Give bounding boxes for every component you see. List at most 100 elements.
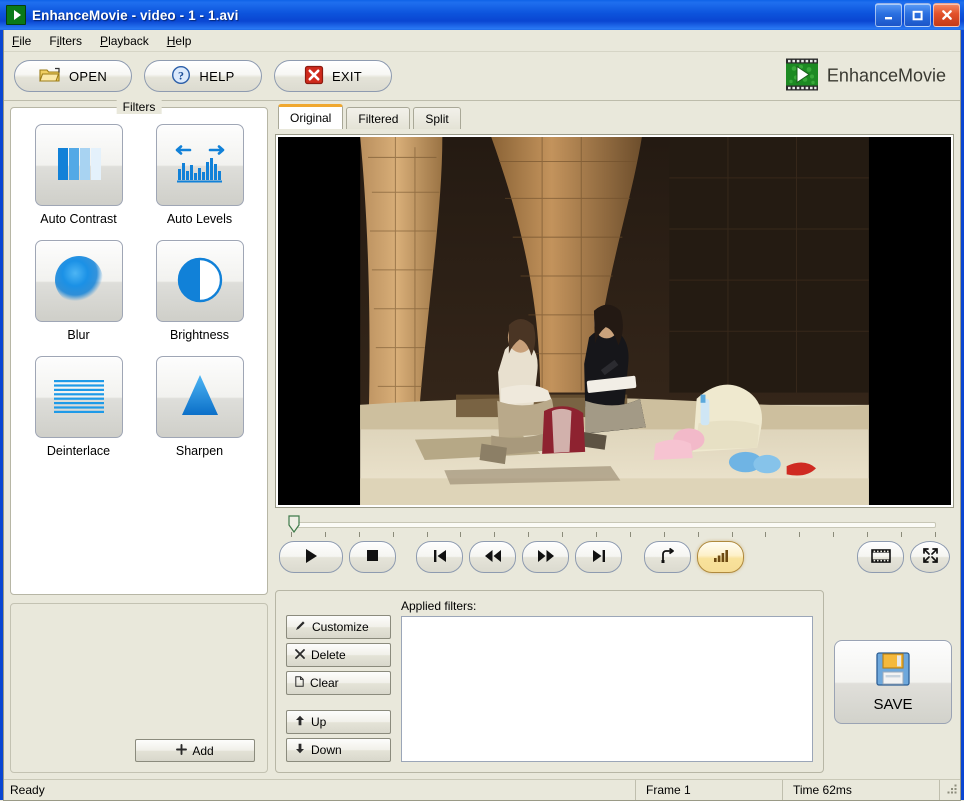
half-circle-icon (175, 255, 225, 308)
filter-sharpen[interactable]: Sharpen (145, 356, 255, 458)
blurred-circle-icon (51, 252, 107, 311)
seek-slider-track[interactable] (291, 522, 936, 528)
minimize-button[interactable] (875, 3, 902, 27)
stop-button[interactable] (349, 541, 396, 573)
applied-filters-list[interactable] (401, 616, 813, 762)
tab-split-label: Split (425, 111, 449, 126)
status-time: Time 62ms (783, 780, 940, 800)
filter-blur-label: Blur (67, 328, 90, 342)
last-frame-button[interactable] (575, 541, 622, 573)
signal-bars-icon (713, 549, 729, 565)
applied-filters-buttons: Customize Delete Clear Up Down (286, 599, 391, 762)
play-icon (304, 548, 318, 567)
tab-original-label: Original (290, 111, 332, 125)
filter-auto-contrast-label: Auto Contrast (40, 212, 117, 226)
save-button-label: SAVE (873, 696, 913, 713)
skip-forward-icon (591, 549, 607, 566)
exit-x-icon (304, 65, 324, 88)
seek-slider-thumb[interactable] (288, 515, 300, 534)
fast-forward-icon (537, 549, 555, 566)
filter-auto-levels[interactable]: Auto Levels (145, 124, 255, 226)
customize-button[interactable]: Customize (286, 615, 391, 639)
filter-deinterlace-label: Deinterlace (46, 444, 111, 458)
seek-slider[interactable] (279, 513, 950, 539)
page-icon (295, 676, 304, 690)
arrow-down-icon (295, 743, 305, 757)
first-frame-button[interactable] (416, 541, 463, 573)
bottom-section: Customize Delete Clear Up Down Applied f… (275, 588, 954, 773)
filter-sharpen-label: Sharpen (175, 444, 224, 458)
delete-button[interactable]: Delete (286, 643, 391, 667)
svg-text:?: ? (178, 68, 184, 82)
contrast-bars-icon (53, 142, 105, 189)
help-button[interactable]: ? HELP (144, 60, 262, 92)
forward-button[interactable] (522, 541, 569, 573)
stop-icon (366, 549, 379, 565)
filter-blur-button[interactable] (34, 240, 123, 322)
tab-original[interactable]: Original (278, 104, 344, 129)
save-section: SAVE (832, 590, 954, 773)
exit-button[interactable]: EXIT (274, 60, 392, 92)
add-button[interactable]: Add (135, 739, 255, 762)
skip-back-icon (432, 549, 448, 566)
toolbar: OPEN ? HELP EXIT EnhanceMovie (4, 52, 960, 101)
play-button[interactable] (279, 541, 343, 573)
tab-split[interactable]: Split (413, 107, 461, 129)
triangle-peak-icon (174, 370, 226, 425)
tab-filtered[interactable]: Filtered (346, 107, 411, 129)
transport-button-row (279, 539, 950, 573)
filmstrip-button[interactable] (857, 541, 904, 573)
app-icon (6, 5, 26, 25)
menu-file[interactable]: File (12, 34, 31, 48)
app-logo: EnhanceMovie (785, 58, 946, 95)
menu-bar: File Filters Playback Help (4, 30, 960, 52)
filter-deinterlace[interactable]: Deinterlace (24, 356, 134, 458)
right-column: Original Filtered Split Customize Delete… (275, 104, 954, 773)
filters-grid: Auto Contrast Auto Levels Blur Brightnes… (21, 124, 257, 458)
video-canvas (278, 137, 951, 505)
title-bar: EnhanceMovie - video - 1 - 1.avi (0, 0, 964, 30)
move-up-button[interactable]: Up (286, 710, 391, 734)
pencil-icon (295, 620, 306, 634)
close-button[interactable] (933, 3, 960, 27)
open-button-label: OPEN (68, 68, 108, 84)
filter-brightness[interactable]: Brightness (145, 240, 255, 342)
scanlines-icon (51, 376, 107, 419)
help-button-label: HELP (199, 68, 235, 84)
video-preview[interactable] (275, 134, 954, 508)
menu-file-label: ile (19, 33, 32, 48)
fullscreen-button[interactable] (910, 541, 950, 573)
status-frame: Frame 1 (636, 780, 783, 800)
window-controls (875, 3, 960, 27)
clear-button[interactable]: Clear (286, 671, 391, 695)
menu-help[interactable]: Help (167, 34, 192, 48)
filter-sharpen-button[interactable] (155, 356, 244, 438)
delete-button-label: Delete (311, 648, 346, 662)
filter-auto-levels-button[interactable] (155, 124, 244, 206)
filter-brightness-button[interactable] (155, 240, 244, 322)
loop-icon (660, 547, 676, 567)
filter-auto-contrast-button[interactable] (34, 124, 123, 206)
applied-filters-right: Applied filters: (401, 599, 813, 762)
clear-button-label: Clear (310, 676, 339, 690)
rewind-button[interactable] (469, 541, 516, 573)
menu-playback[interactable]: Playback (100, 34, 149, 48)
open-button[interactable]: OPEN (14, 60, 132, 92)
menu-filters[interactable]: Filters (49, 34, 82, 48)
resize-grip-icon[interactable] (940, 783, 960, 797)
filter-auto-contrast[interactable]: Auto Contrast (24, 124, 134, 226)
loop-button[interactable] (644, 541, 691, 573)
move-down-button[interactable]: Down (286, 738, 391, 762)
filter-deinterlace-button[interactable] (34, 356, 123, 438)
status-message: Ready (4, 780, 636, 800)
filters-panel: Filters Auto Contrast Auto Levels Blur B… (10, 100, 268, 595)
applied-filters-label: Applied filters: (401, 599, 477, 613)
maximize-button[interactable] (904, 3, 931, 27)
preview-tabs: Original Filtered Split (275, 104, 954, 129)
filmstrip-logo-icon (785, 58, 819, 95)
save-button[interactable]: SAVE (834, 639, 952, 724)
filter-blur[interactable]: Blur (24, 240, 134, 342)
customize-button-label: Customize (312, 620, 369, 634)
levels-button[interactable] (697, 541, 744, 573)
tab-filtered-label: Filtered (358, 111, 399, 126)
